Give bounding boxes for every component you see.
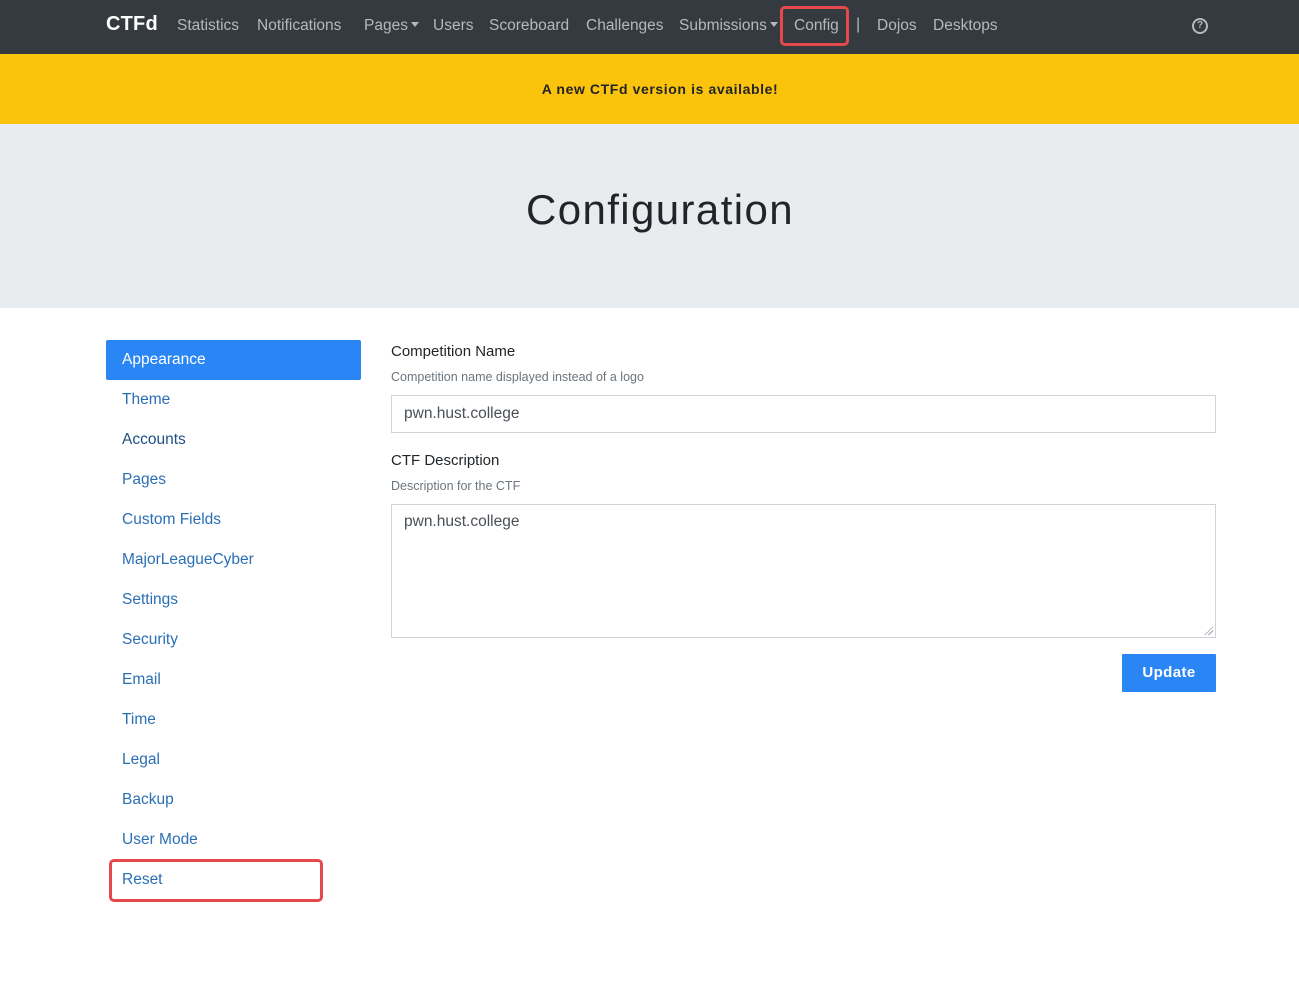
brand-logo[interactable]: CTFd xyxy=(106,13,158,36)
sidebar-item-user-mode[interactable]: User Mode xyxy=(106,820,361,860)
resize-handle-icon[interactable] xyxy=(1204,626,1213,635)
ctf-description-textarea[interactable]: pwn.hust.college xyxy=(391,504,1216,638)
top-navbar: CTFd Statistics Notifications Pages User… xyxy=(0,0,1299,54)
nav-challenges[interactable]: Challenges xyxy=(586,17,664,35)
sidebar-item-email[interactable]: Email xyxy=(106,660,361,700)
competition-name-label: Competition Name xyxy=(391,343,516,360)
nav-pages-dropdown[interactable]: Pages xyxy=(364,17,419,35)
alert-text: A new CTFd version is available! xyxy=(541,81,779,97)
update-alert: A new CTFd version is available! xyxy=(0,54,1299,124)
sidebar-item-security[interactable]: Security xyxy=(106,620,361,660)
sidebar-item-custom-fields[interactable]: Custom Fields xyxy=(106,500,361,540)
sidebar-item-legal[interactable]: Legal xyxy=(106,740,361,780)
nav-desktops[interactable]: Desktops xyxy=(933,17,998,35)
question-circle-icon[interactable]: ? xyxy=(1192,18,1208,34)
competition-name-input[interactable]: pwn.hust.college xyxy=(391,395,1216,433)
reset-highlight-box xyxy=(109,859,323,902)
competition-name-help: Competition name displayed instead of a … xyxy=(391,370,644,384)
ctf-description-value: pwn.hust.college xyxy=(404,513,520,530)
nav-submissions-label: Submissions xyxy=(679,17,767,34)
sidebar-item-pages[interactable]: Pages xyxy=(106,460,361,500)
update-button[interactable]: Update xyxy=(1122,654,1216,692)
nav-dojos[interactable]: Dojos xyxy=(877,17,917,35)
ctf-description-help: Description for the CTF xyxy=(391,479,521,493)
sidebar-item-theme[interactable]: Theme xyxy=(106,380,361,420)
ctf-description-label: CTF Description xyxy=(391,452,500,469)
caret-down-icon xyxy=(410,22,419,28)
nav-scoreboard[interactable]: Scoreboard xyxy=(489,17,569,35)
nav-pages-label: Pages xyxy=(364,17,408,34)
nav-separator: | xyxy=(856,16,861,33)
sidebar-item-appearance[interactable]: Appearance xyxy=(106,340,361,380)
nav-notifications[interactable]: Notifications xyxy=(257,17,341,35)
nav-users[interactable]: Users xyxy=(433,17,473,35)
sidebar-item-accounts[interactable]: Accounts xyxy=(106,420,361,460)
nav-statistics[interactable]: Statistics xyxy=(177,17,239,35)
sidebar-item-backup[interactable]: Backup xyxy=(106,780,361,820)
sidebar-item-time[interactable]: Time xyxy=(106,700,361,740)
nav-submissions-dropdown[interactable]: Submissions xyxy=(679,17,778,35)
caret-down-icon xyxy=(769,22,778,28)
sidebar-item-majorleaguecyber[interactable]: MajorLeagueCyber xyxy=(106,540,361,580)
page-title: Configuration xyxy=(525,186,795,233)
config-highlight-box xyxy=(780,6,849,46)
sidebar-item-settings[interactable]: Settings xyxy=(106,580,361,620)
page-header: Configuration xyxy=(0,124,1299,308)
